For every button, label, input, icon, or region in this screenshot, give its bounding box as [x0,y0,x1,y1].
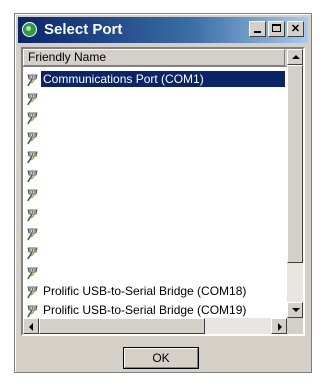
maximize-icon [272,24,281,32]
list-item[interactable]: Prolific USB-to-Serial Bridge (COM18) [23,281,287,300]
scroll-up-button[interactable] [287,49,303,65]
serial-port-icon [25,90,41,106]
list-item[interactable]: Prolific USB-to-Serial Bridge (COM19) [23,301,287,320]
serial-port-icon [25,283,41,299]
ok-button[interactable]: OK [123,347,199,369]
title-bar[interactable]: Select Port ✕ [18,17,308,43]
serial-port-icon [25,302,41,318]
vertical-scrollbar[interactable] [287,49,303,318]
minimize-button[interactable] [249,21,266,37]
window-title: Select Port [44,21,123,38]
app-icon [22,22,37,37]
list-item-label [41,116,45,118]
list-item-label [41,251,45,253]
minimize-icon [254,31,261,33]
select-port-window: Select Port ✕ Friendly Name Communicatio… [14,13,312,373]
list-item[interactable] [23,262,287,281]
list-item-label [41,97,45,99]
close-icon: ✕ [290,23,301,35]
serial-port-icon [25,109,41,125]
arrow-down-icon [292,308,300,312]
list-item[interactable] [23,165,287,184]
vertical-scroll-thumb[interactable] [287,65,303,263]
list-item[interactable] [23,185,287,204]
serial-port-icon [25,167,41,183]
serial-port-icon [25,129,41,145]
list-item-label [41,136,45,138]
scroll-left-button[interactable] [23,318,39,334]
list-item-label: Communications Port (COM1) [41,70,285,87]
scroll-right-button[interactable] [271,318,287,334]
serial-port-icon [25,244,41,260]
list-item-label [41,155,45,157]
serial-port-icon [25,186,41,202]
column-header-friendly-name[interactable]: Friendly Name [23,49,285,66]
list-item[interactable] [23,204,287,223]
close-button[interactable]: ✕ [287,21,304,37]
list-item[interactable] [23,223,287,242]
list-item-label [41,174,45,176]
list-item[interactable] [23,108,287,127]
horizontal-scroll-thumb[interactable] [39,318,205,334]
horizontal-scrollbar[interactable] [23,318,303,334]
scrollbar-corner [287,318,303,334]
port-list[interactable]: Friendly Name Communications Port (COM1)… [21,47,305,336]
list-item[interactable]: Communications Port (COM1) [23,69,287,88]
scroll-down-button[interactable] [287,302,303,318]
list-item-label: Prolific USB-to-Serial Bridge (COM18) [43,283,247,298]
arrow-right-icon [278,323,282,331]
list-item-label [41,271,45,273]
list-header: Friendly Name [23,49,287,67]
arrow-left-icon [29,323,33,331]
list-item[interactable] [23,88,287,107]
serial-port-icon [25,148,41,164]
list-item[interactable] [23,146,287,165]
serial-port-icon [25,71,41,87]
list-item[interactable] [23,127,287,146]
list-item-label [41,213,45,215]
serial-port-icon [25,264,41,280]
serial-port-icon [25,225,41,241]
list-item-label: Prolific USB-to-Serial Bridge (COM19) [43,303,247,318]
arrow-up-icon [292,55,300,59]
serial-port-icon [25,206,41,222]
ok-button-label: OK [152,351,170,365]
list-item-label [41,193,45,195]
maximize-button[interactable] [268,21,285,37]
list-item[interactable] [23,243,287,262]
list-item-label [41,232,45,234]
port-rows: Communications Port (COM1) Prolific USB-t… [23,69,287,320]
